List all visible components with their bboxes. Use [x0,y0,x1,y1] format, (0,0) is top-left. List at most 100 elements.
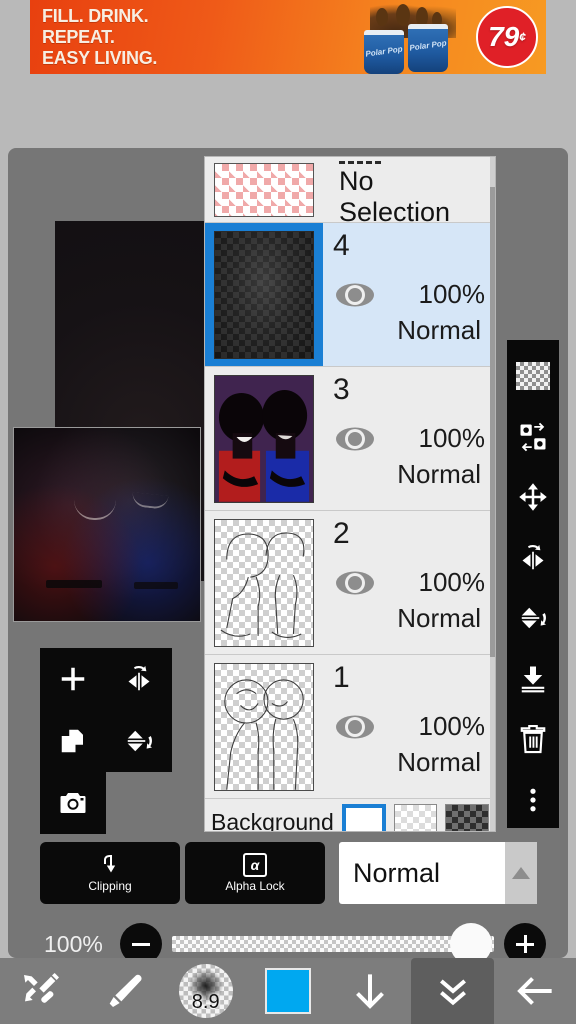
cup-right-label: Polar Pop [408,38,448,53]
camera-icon [60,793,86,813]
more-options-button[interactable] [507,772,559,829]
collapse-panel-button[interactable] [411,958,494,1024]
layer-row[interactable]: 4 100% Normal [205,223,495,367]
layer-thumbnail-wrap [205,511,323,654]
opacity-slider-track [172,936,494,952]
layer-opacity: 100% [418,567,486,597]
layer-thumbnail [214,230,314,359]
preview-smile-left [74,500,116,520]
ad-cups-image: Polar Pop Polar Pop [356,4,468,74]
merge-down-icon [521,666,545,693]
flip-horizontal-button[interactable] [507,530,559,587]
background-row[interactable]: Background [205,799,495,831]
selection-thumbnail-wrap [205,159,323,221]
layer-meta: 1 100% Normal [323,655,495,798]
layer-visibility-icon[interactable] [335,714,375,740]
clipping-label: Clipping [88,879,132,893]
color-swatch-icon [264,968,311,1014]
layer-thumbnail-wrap [205,367,323,510]
arrow-left-icon [516,977,552,1005]
flip-vertical-icon [521,608,546,629]
duplicate-layer-button[interactable] [40,710,106,772]
merge-down-button[interactable] [507,651,559,708]
move-button[interactable] [507,469,559,526]
triangle-up-icon [512,867,530,879]
layer-blend-mode: Normal [397,315,481,345]
flip-vertical-icon [127,730,152,752]
flip-vertical-button[interactable] [106,710,172,772]
canvas-preview[interactable] [13,427,201,622]
selection-row[interactable]: No Selection [205,157,495,227]
arrow-down-icon [356,974,385,1009]
blend-mode-select[interactable]: Normal [339,842,537,904]
checkerboard-icon [516,362,550,391]
left-tool-row-3 [40,772,172,834]
layer-mode-row: Clipping α Alpha Lock Normal [40,842,537,904]
preview-smile-right [131,492,169,510]
plus-icon-vertical [523,935,527,953]
plus-icon [61,667,85,691]
layers-scrollbar[interactable] [490,157,495,831]
download-button[interactable] [329,958,411,1024]
alpha-lock-icon: α [243,853,267,877]
cup-left-label: Polar Pop [364,44,404,59]
layer-visibility-icon[interactable] [335,282,375,308]
layer-name: 1 [333,661,350,694]
cup-right: Polar Pop [408,24,448,72]
back-button[interactable] [494,958,576,1024]
left-tool-empty-slot [106,772,172,834]
blend-mode-dropdown-button[interactable] [505,842,537,904]
layer-row[interactable]: 2 100% Normal [205,511,495,655]
brush-size-button[interactable]: 8.9 [165,958,247,1024]
layer-controls: 100% [335,423,485,454]
brush-size-value: 8.9 [191,991,220,1013]
preview-shape-right [134,582,178,589]
layer-row[interactable]: 1 100% Normal [205,655,495,799]
camera-button[interactable] [40,772,106,834]
left-tool-grid [40,648,172,834]
layer-name: 3 [333,373,350,406]
ad-banner[interactable]: FILL. DRINK. REPEAT. EASY LIVING. Polar … [30,0,546,74]
flip-horizontal-button[interactable] [106,648,172,710]
alpha-lock-button[interactable]: α Alpha Lock [185,842,325,904]
blend-mode-value: Normal [353,857,441,888]
flip-horizontal-icon [522,544,544,569]
selection-meta: No Selection [323,157,495,228]
layer-controls: 100% [335,711,485,742]
layer-name: 4 [333,229,350,262]
undo-redo-icon [24,973,60,1003]
clipping-button[interactable]: Clipping [40,842,180,904]
layer-meta: 4 100% Normal [323,223,495,366]
background-swatch-light-checker[interactable] [393,804,438,831]
ad-line-1: FILL. DRINK. [42,6,149,26]
layer-thumbnail [214,662,314,791]
add-layer-button[interactable] [40,648,106,710]
double-chevron-down-icon [439,979,466,1006]
trash-icon [520,725,546,754]
ad-price-badge: 79 ¢ [476,6,538,68]
brush-tool-button[interactable] [82,958,164,1024]
undo-redo-button[interactable] [0,958,82,1024]
layer-visibility-icon[interactable] [335,570,375,596]
layer-thumbnail-wrap [205,223,323,366]
layer-opacity: 100% [418,711,486,741]
selection-title: No Selection [339,166,451,227]
flip-vertical-button[interactable] [507,590,559,647]
layers-panel[interactable]: No Selection 4 100% Normal 3 100% Normal… [204,156,496,832]
swap-layers-button[interactable] [507,409,559,466]
layer-opacity: 100% [418,423,486,453]
ad-headline: FILL. DRINK. REPEAT. EASY LIVING. [42,6,157,69]
background-swatch-dark-checker[interactable] [445,804,489,831]
preview-shape-left [46,580,102,588]
layer-visibility-icon[interactable] [335,426,375,452]
transparency-button[interactable] [507,348,559,405]
delete-layer-button[interactable] [507,711,559,768]
move-icon [519,483,547,511]
layer-row[interactable]: 3 100% Normal [205,367,495,511]
color-swatch-button[interactable] [247,958,329,1024]
brush-size-icon: 8.9 [178,964,233,1018]
ad-price-cents: ¢ [519,30,526,44]
background-swatch-white[interactable] [341,804,386,831]
more-vertical-icon [530,788,536,812]
layer-meta: 3 100% Normal [323,367,495,510]
